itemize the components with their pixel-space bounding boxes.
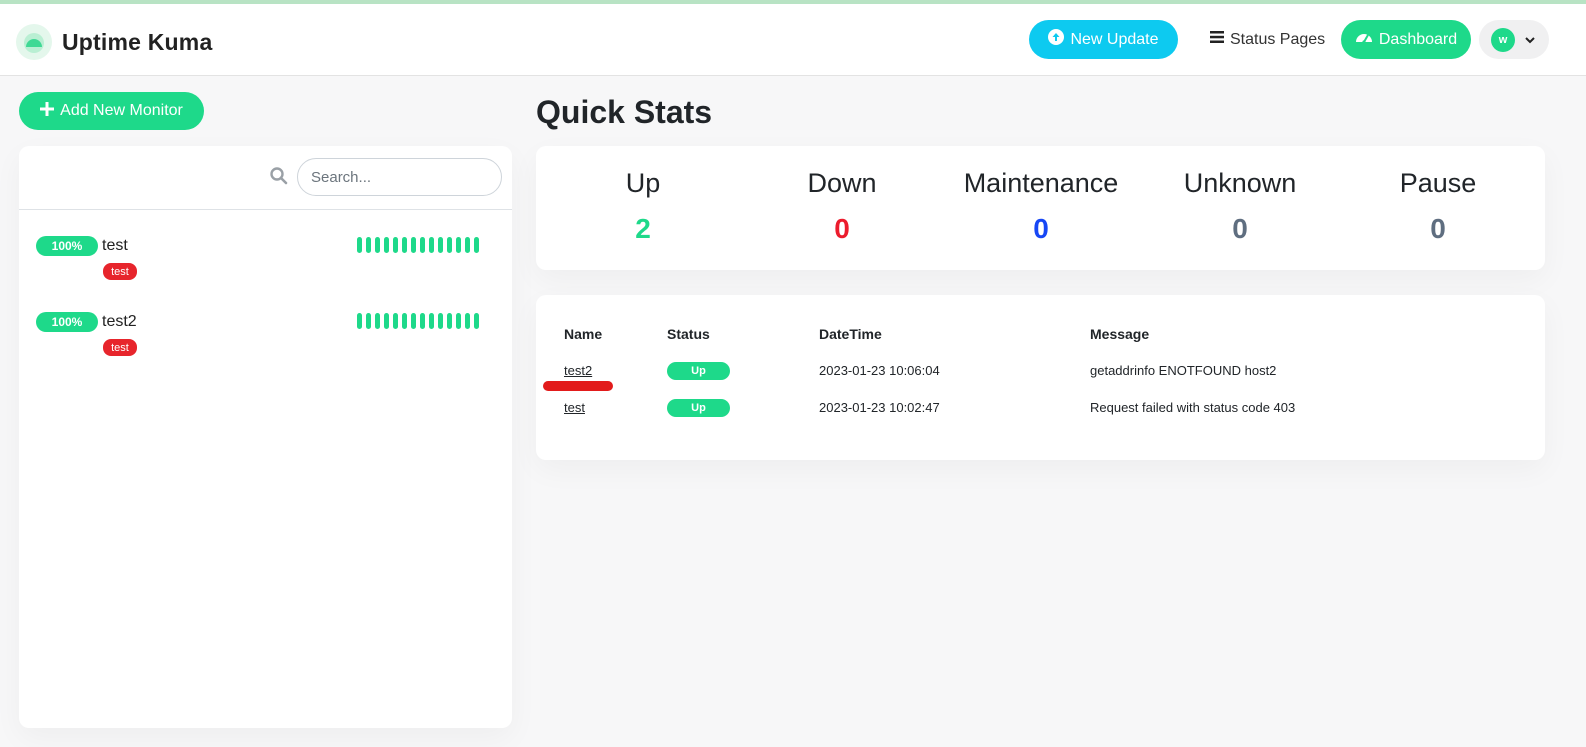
stat-maintenance: Maintenance 0: [941, 166, 1141, 246]
heartbeat-beat[interactable]: [465, 313, 470, 329]
search-input[interactable]: [297, 158, 502, 196]
brand-title: Uptime Kuma: [62, 28, 213, 55]
heartbeat-bar: [357, 237, 479, 253]
search-icon: [270, 167, 288, 190]
heartbeat-beat[interactable]: [429, 237, 434, 253]
monitor-name: test: [102, 237, 128, 254]
heartbeat-beat[interactable]: [357, 237, 362, 253]
monitor-name: test2: [102, 313, 137, 330]
event-datetime: 2023-01-23 10:02:47: [819, 400, 940, 415]
heartbeat-beat[interactable]: [366, 237, 371, 253]
event-monitor-link[interactable]: test: [564, 400, 585, 415]
heartbeat-beat[interactable]: [420, 237, 425, 253]
important-events-table: Name Status DateTime Message test2 Up 20…: [536, 295, 1545, 460]
column-header-message[interactable]: Message: [1090, 326, 1149, 342]
heartbeat-beat[interactable]: [438, 237, 443, 253]
heartbeat-beat[interactable]: [465, 237, 470, 253]
monitor-list-item[interactable]: 100% test test: [19, 236, 512, 296]
new-update-label: New Update: [1070, 30, 1159, 48]
stat-value: 2: [635, 213, 651, 244]
heartbeat-beat[interactable]: [474, 237, 479, 253]
brand[interactable]: Uptime Kuma: [16, 24, 212, 60]
event-datetime: 2023-01-23 10:06:04: [819, 363, 940, 378]
quick-stats-title: Quick Stats: [536, 94, 713, 130]
add-new-monitor-label: Add New Monitor: [60, 102, 183, 119]
stat-value: 0: [1430, 213, 1446, 244]
heartbeat-beat[interactable]: [357, 313, 362, 329]
monitor-tag: test: [103, 339, 137, 356]
avatar: w: [1491, 27, 1515, 52]
stat-value: 0: [1033, 213, 1049, 244]
heartbeat-beat[interactable]: [438, 313, 443, 329]
new-update-button[interactable]: New Update: [1029, 20, 1178, 59]
stat-up: Up 2: [543, 166, 743, 246]
monitor-list-panel: 100% test test 100% test2 test: [19, 146, 512, 728]
column-header-name[interactable]: Name: [564, 326, 602, 342]
stat-label: Maintenance: [963, 168, 1119, 198]
plus-icon: [40, 101, 55, 121]
search-bar: [19, 146, 512, 210]
heartbeat-beat[interactable]: [456, 237, 461, 253]
event-message: getaddrinfo ENOTFOUND host2: [1090, 363, 1277, 378]
status-badge: Up: [667, 362, 730, 380]
heartbeat-beat[interactable]: [402, 237, 407, 253]
heartbeat-beat[interactable]: [429, 313, 434, 329]
dashboard-label: Dashboard: [1378, 30, 1458, 48]
stat-pause: Pause 0: [1338, 166, 1538, 246]
heartbeat-beat[interactable]: [366, 313, 371, 329]
quick-stats-card: Up 2 Down 0 Maintenance 0 Unknown 0 Paus…: [536, 146, 1545, 270]
dashboard-button[interactable]: Dashboard: [1341, 20, 1471, 59]
monitor-tag: test: [103, 263, 137, 280]
stat-label: Up: [625, 168, 661, 198]
uptime-kuma-logo-icon: [16, 24, 52, 60]
gauge-icon: [1355, 29, 1373, 50]
heartbeat-beat[interactable]: [420, 313, 425, 329]
heartbeat-beat[interactable]: [474, 313, 479, 329]
stat-unknown: Unknown 0: [1140, 166, 1340, 246]
list-icon: [1210, 30, 1224, 49]
red-annotation-mark: [543, 381, 613, 391]
stat-value: 0: [1232, 213, 1248, 244]
arrow-up-circle-icon: [1048, 29, 1065, 50]
heartbeat-beat[interactable]: [456, 313, 461, 329]
status-pages-label: Status Pages: [1230, 30, 1326, 48]
heartbeat-beat[interactable]: [375, 313, 380, 329]
event-monitor-link[interactable]: test2: [564, 363, 592, 378]
column-header-datetime[interactable]: DateTime: [819, 326, 882, 342]
column-header-status[interactable]: Status: [667, 326, 710, 342]
event-message: Request failed with status code 403: [1090, 400, 1296, 415]
heartbeat-beat[interactable]: [411, 237, 416, 253]
heartbeat-beat[interactable]: [393, 237, 398, 253]
heartbeat-beat[interactable]: [393, 313, 398, 329]
stat-value: 0: [834, 213, 850, 244]
heartbeat-beat[interactable]: [411, 313, 416, 329]
user-menu[interactable]: w: [1479, 20, 1549, 59]
heartbeat-bar: [357, 313, 479, 329]
chevron-down-icon: [1525, 31, 1535, 49]
status-badge: Up: [667, 399, 730, 417]
heartbeat-beat[interactable]: [447, 313, 452, 329]
heartbeat-beat[interactable]: [384, 313, 389, 329]
stat-label: Unknown: [1183, 168, 1297, 198]
heartbeat-beat[interactable]: [384, 237, 389, 253]
top-navbar: Uptime Kuma New Update Status Pages Dash…: [0, 4, 1586, 76]
monitor-list-item[interactable]: 100% test2 test: [19, 312, 512, 372]
add-new-monitor-button[interactable]: Add New Monitor: [19, 92, 204, 130]
stat-label: Pause: [1399, 168, 1477, 198]
uptime-badge: 100%: [36, 236, 98, 256]
heartbeat-beat[interactable]: [402, 313, 407, 329]
heartbeat-beat[interactable]: [447, 237, 452, 253]
uptime-badge: 100%: [36, 312, 98, 332]
heartbeat-beat[interactable]: [375, 237, 380, 253]
status-pages-link[interactable]: Status Pages: [1200, 20, 1335, 59]
stat-label: Down: [807, 168, 877, 198]
stat-down: Down 0: [742, 166, 942, 246]
